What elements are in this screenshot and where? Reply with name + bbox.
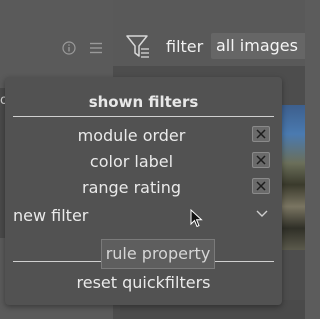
shown-filters-popup: shown filters module order color label r… (5, 77, 282, 305)
rule-property-tooltip: rule property (101, 239, 215, 269)
close-icon (256, 155, 266, 165)
thumbnail-image[interactable] (280, 105, 305, 250)
title-separator (13, 116, 274, 117)
popup-title: shown filters (88, 93, 199, 111)
info-icon[interactable] (62, 41, 76, 55)
chevron-down-icon[interactable] (256, 210, 268, 218)
remove-module-order-button[interactable] (252, 126, 270, 142)
close-icon (256, 129, 266, 139)
reset-quickfilters-button[interactable]: reset quickfilters (5, 273, 282, 292)
lower-separator-right (215, 261, 274, 262)
filter-row-color-label[interactable]: color label (5, 152, 258, 171)
remove-color-label-button[interactable] (252, 152, 270, 168)
filter-combobox[interactable]: all images (211, 33, 305, 59)
filter-row-range-rating[interactable]: range rating (5, 178, 258, 197)
close-icon (256, 181, 266, 191)
filter-icon[interactable] (125, 33, 151, 61)
remove-range-rating-button[interactable] (252, 178, 270, 194)
new-filter-dropdown[interactable]: new filter (13, 206, 88, 225)
filter-row-module-order[interactable]: module order (5, 126, 258, 145)
filter-label: filter (166, 37, 204, 56)
mouse-cursor-icon (190, 209, 203, 228)
lower-separator-left (13, 261, 101, 262)
menu-icon[interactable] (89, 41, 103, 55)
